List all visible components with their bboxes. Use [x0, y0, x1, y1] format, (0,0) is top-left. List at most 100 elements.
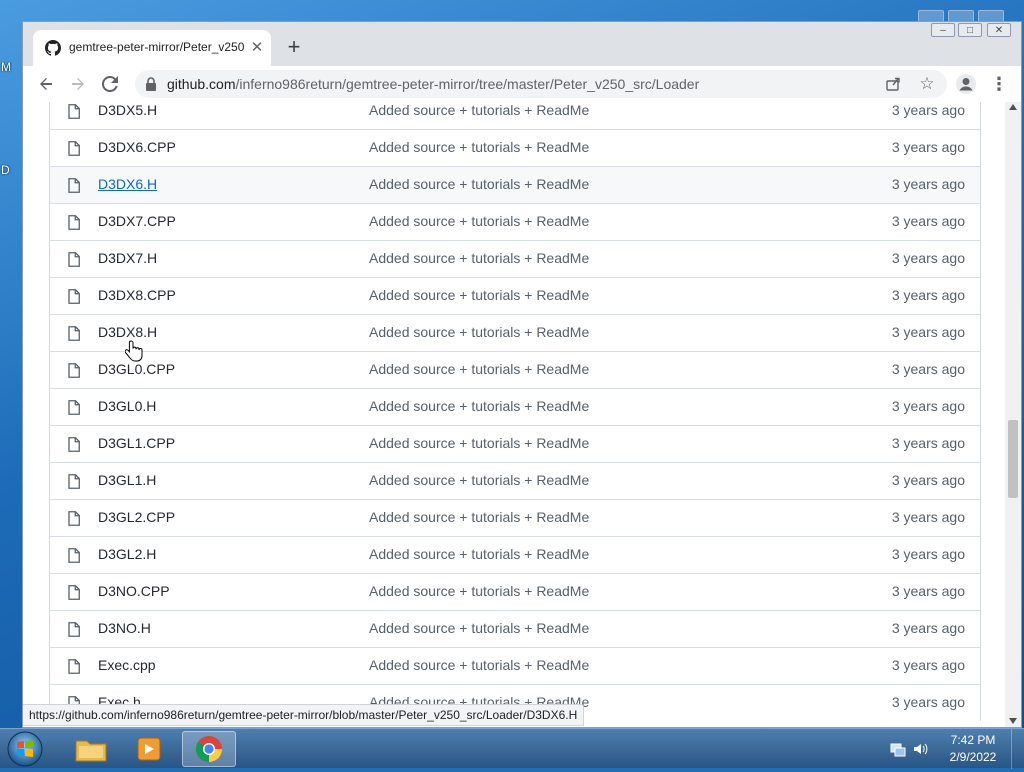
scroll-up-arrow[interactable] — [1009, 104, 1017, 110]
file-row[interactable]: Exec.cpp Added source + tutorials + ReadM… — [50, 647, 980, 684]
file-name-link[interactable]: D3DX7.H — [98, 250, 157, 266]
file-name-link[interactable]: D3DX6.H — [98, 176, 157, 192]
close-tab-icon[interactable]: ✕ — [248, 39, 266, 57]
file-row[interactable]: D3GL0.H Added source + tutorials + ReadMe… — [50, 388, 980, 425]
commit-message-link[interactable]: Added source + tutorials + ReadMe — [369, 361, 589, 377]
taskbar-file-explorer[interactable] — [64, 731, 118, 767]
address-bar[interactable]: github.com/inferno986return/gemtree-pete… — [135, 70, 947, 98]
file-explorer-icon — [75, 740, 107, 762]
volume-icon[interactable] — [912, 741, 928, 757]
github-icon — [45, 40, 61, 56]
commit-message-link[interactable]: Added source + tutorials + ReadMe — [369, 583, 589, 599]
desktop-icon-label[interactable]: M — [1, 60, 11, 74]
file-list: D3DX5.H Added source + tutorials + ReadMe… — [49, 102, 981, 721]
clock-date[interactable]: 2/9/2022 — [934, 750, 1012, 764]
file-name-link[interactable]: D3GL0.CPP — [98, 361, 175, 377]
commit-message-link[interactable]: Added source + tutorials + ReadMe — [369, 472, 589, 488]
commit-message-link[interactable]: Added source + tutorials + ReadMe — [369, 213, 589, 229]
file-row[interactable]: D3GL0.CPP Added source + tutorials + Read… — [50, 351, 980, 388]
chrome-window: gemtree-peter-mirror/Peter_v250 ✕ + – □ … — [22, 21, 1022, 728]
reload-button[interactable] — [97, 71, 123, 97]
kebab-menu-icon[interactable]: ⋮ — [987, 72, 1011, 96]
file-icon — [68, 511, 80, 526]
file-name-link[interactable]: D3DX7.CPP — [98, 213, 176, 229]
arrow-left-icon — [40, 78, 52, 90]
commit-age: 3 years ago — [891, 250, 965, 266]
taskbar-chrome[interactable] — [182, 731, 236, 767]
star-icon[interactable]: ☆ — [917, 74, 937, 94]
url-host: github.com — [167, 76, 236, 92]
scroll-thumb[interactable] — [1008, 420, 1018, 498]
commit-message-link[interactable]: Added source + tutorials + ReadMe — [369, 139, 589, 155]
lock-icon[interactable] — [145, 77, 157, 91]
file-name-link[interactable]: D3NO.CPP — [98, 583, 170, 599]
commit-message-link[interactable]: Added source + tutorials + ReadMe — [369, 435, 589, 451]
file-icon — [68, 215, 80, 230]
network-icon[interactable] — [890, 741, 906, 757]
back-button[interactable] — [33, 71, 59, 97]
file-icon — [68, 474, 80, 489]
hand-cursor-icon — [125, 340, 143, 362]
window-controls: – □ ✕ — [925, 22, 1021, 40]
commit-age: 3 years ago — [891, 398, 965, 414]
file-row[interactable]: D3DX6.CPP Added source + tutorials + Read… — [50, 129, 980, 166]
file-icon — [68, 141, 80, 156]
desktop-icon-label[interactable]: D — [1, 163, 10, 177]
file-row[interactable]: D3GL2.CPP Added source + tutorials + Read… — [50, 499, 980, 536]
vertical-scrollbar[interactable] — [1005, 102, 1021, 727]
file-name-link[interactable]: Exec.cpp — [98, 657, 156, 673]
commit-message-link[interactable]: Added source + tutorials + ReadMe — [369, 657, 589, 673]
file-row[interactable]: D3NO.CPP Added source + tutorials + ReadM… — [50, 573, 980, 610]
file-name-link[interactable]: D3GL1.CPP — [98, 435, 175, 451]
file-name-link[interactable]: D3GL2.CPP — [98, 509, 175, 525]
file-row[interactable]: D3NO.H Added source + tutorials + ReadMe 3… — [50, 610, 980, 647]
file-icon — [68, 289, 80, 304]
commit-message-link[interactable]: Added source + tutorials + ReadMe — [369, 176, 589, 192]
new-tab-button[interactable]: + — [281, 35, 307, 61]
commit-age: 3 years ago — [891, 472, 965, 488]
file-name-link[interactable]: D3GL1.H — [98, 472, 156, 488]
file-row[interactable]: D3DX6.H Added source + tutorials + ReadMe… — [50, 166, 980, 203]
file-row[interactable]: D3GL2.H Added source + tutorials + ReadMe… — [50, 536, 980, 573]
commit-message-link[interactable]: Added source + tutorials + ReadMe — [369, 509, 589, 525]
commit-message-link[interactable]: Added source + tutorials + ReadMe — [369, 620, 589, 636]
url-text[interactable]: github.com/inferno986return/gemtree-pete… — [167, 76, 699, 92]
forward-button[interactable] — [65, 71, 91, 97]
windows-start-icon[interactable] — [6, 730, 44, 768]
file-name-link[interactable]: D3GL0.H — [98, 398, 156, 414]
file-row[interactable]: D3GL1.H Added source + tutorials + ReadMe… — [50, 462, 980, 499]
commit-age: 3 years ago — [891, 694, 965, 710]
file-row[interactable]: D3DX7.H Added source + tutorials + ReadMe… — [50, 240, 980, 277]
file-name-link[interactable]: D3GL2.H — [98, 546, 156, 562]
commit-message-link[interactable]: Added source + tutorials + ReadMe — [369, 287, 589, 303]
minimize-icon[interactable]: – — [931, 23, 955, 37]
maximize-icon[interactable]: □ — [958, 23, 982, 37]
scroll-down-arrow[interactable] — [1009, 718, 1017, 724]
taskbar-media-player[interactable] — [122, 731, 176, 767]
file-row[interactable]: D3DX5.H Added source + tutorials + ReadMe… — [50, 102, 980, 129]
commit-message-link[interactable]: Added source + tutorials + ReadMe — [369, 398, 589, 414]
commit-message-link[interactable]: Added source + tutorials + ReadMe — [369, 250, 589, 266]
commit-age: 3 years ago — [891, 213, 965, 229]
file-row[interactable]: D3GL1.CPP Added source + tutorials + Read… — [50, 425, 980, 462]
close-window-icon[interactable]: ✕ — [987, 23, 1011, 37]
tab-active[interactable]: gemtree-peter-mirror/Peter_v250 ✕ — [33, 30, 271, 66]
file-name-link[interactable]: D3DX8.CPP — [98, 287, 176, 303]
commit-message-link[interactable]: Added source + tutorials + ReadMe — [369, 102, 589, 118]
file-name-link[interactable]: D3DX5.H — [98, 102, 157, 118]
show-desktop-button[interactable] — [1011, 729, 1024, 769]
commit-message-link[interactable]: Added source + tutorials + ReadMe — [369, 324, 589, 340]
share-icon[interactable] — [885, 76, 901, 92]
clock-time[interactable]: 7:42 PM — [934, 733, 1012, 747]
file-icon — [68, 363, 80, 378]
status-bubble-url: https://github.com/inferno986return/gemt… — [23, 704, 585, 726]
file-name-link[interactable]: D3NO.H — [98, 620, 151, 636]
file-name-link[interactable]: D3DX8.H — [98, 324, 157, 340]
file-row[interactable]: D3DX8.H Added source + tutorials + ReadMe… — [50, 314, 980, 351]
file-row[interactable]: D3DX7.CPP Added source + tutorials + Read… — [50, 203, 980, 240]
file-name-link[interactable]: D3DX6.CPP — [98, 139, 176, 155]
profile-icon[interactable] — [955, 73, 977, 95]
commit-message-link[interactable]: Added source + tutorials + ReadMe — [369, 546, 589, 562]
file-icon — [68, 585, 80, 600]
file-row[interactable]: D3DX8.CPP Added source + tutorials + Read… — [50, 277, 980, 314]
